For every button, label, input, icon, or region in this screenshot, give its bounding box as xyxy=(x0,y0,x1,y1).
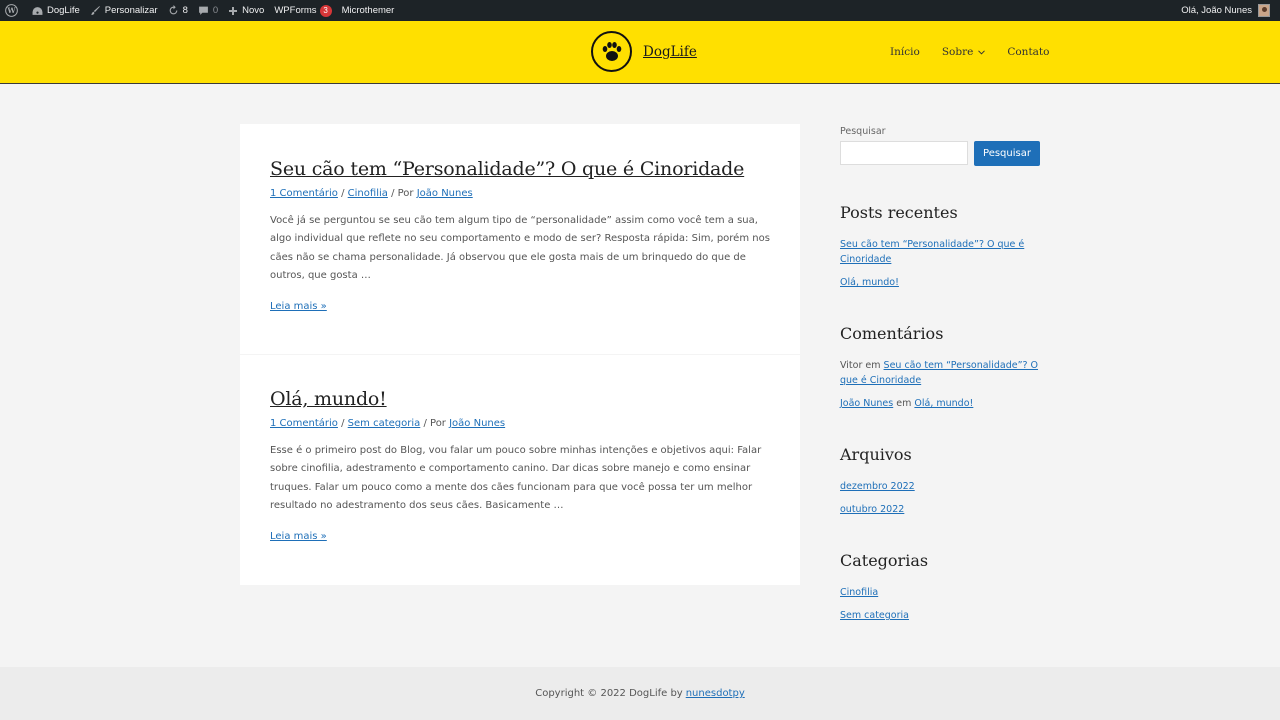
site-branding: DogLife xyxy=(591,31,697,72)
admin-customize-link[interactable]: Personalizar xyxy=(85,0,163,21)
chevron-down-icon xyxy=(978,49,986,55)
post-category-link[interactable]: Sem categoria xyxy=(348,418,421,429)
updates-icon xyxy=(169,5,177,15)
admin-microthemer-label: Microthemer xyxy=(341,5,395,16)
widget-title: Categorias xyxy=(840,551,929,570)
category-link[interactable]: Sem categoria xyxy=(840,610,909,621)
comment-post-link[interactable]: Olá, mundo! xyxy=(914,398,973,409)
admin-wpforms-label: WPForms xyxy=(274,5,317,16)
dashboard-icon xyxy=(32,6,43,15)
copyright-text: Copyright © 2022 DogLife by xyxy=(535,688,683,699)
comment-author: Vitor xyxy=(840,360,863,371)
comment-icon xyxy=(198,6,208,15)
nav-item-sobre[interactable]: Sobre xyxy=(941,46,986,58)
admin-account-menu[interactable]: Olá, João Nunes xyxy=(1176,0,1280,21)
widget-title: Comentários xyxy=(840,324,944,343)
post-meta: 1 Comentário / Cinofilia / Por João Nune… xyxy=(270,188,473,199)
post-meta: 1 Comentário / Sem categoria / Por João … xyxy=(270,418,506,429)
admin-updates-count: 8 xyxy=(182,5,188,16)
read-more-link[interactable]: Leia mais » xyxy=(270,301,327,312)
comment-on-label: em xyxy=(896,398,912,409)
admin-microthemer-link[interactable]: Microthemer xyxy=(337,0,400,21)
paw-logo-icon[interactable] xyxy=(591,31,632,72)
recent-comments-widget: Comentários Vitor em Seu cão tem “Person… xyxy=(840,324,1040,411)
list-item: Olá, mundo! xyxy=(840,275,1040,290)
wpforms-notification-badge: 3 xyxy=(319,4,332,17)
recent-post-link[interactable]: Olá, mundo! xyxy=(840,277,899,288)
admin-new-label: Novo xyxy=(242,5,265,16)
list-item: dezembro 2022 xyxy=(840,479,1040,494)
search-label: Pesquisar xyxy=(840,126,886,137)
admin-customize-label: Personalizar xyxy=(104,5,158,16)
post-title-link[interactable]: Olá, mundo! xyxy=(270,355,770,411)
post-comments-link[interactable]: 1 Comentário xyxy=(270,188,338,199)
list-item: outubro 2022 xyxy=(840,502,1040,517)
avatar xyxy=(1258,4,1270,17)
site-header: DogLife Início Sobre Contato xyxy=(0,21,1280,84)
post-excerpt: Você já se perguntou se seu cão tem algu… xyxy=(270,215,770,282)
wordpress-logo-icon[interactable]: W xyxy=(0,0,27,21)
admin-site-name: DogLife xyxy=(47,5,80,16)
nav-label: Contato xyxy=(1007,46,1050,58)
site-title-link[interactable]: DogLife xyxy=(643,44,697,60)
comment-on-label: em xyxy=(865,360,881,371)
nav-item-contato[interactable]: Contato xyxy=(1007,46,1049,58)
categories-widget: Categorias Cinofilia Sem categoria xyxy=(840,551,1040,623)
recent-post-link[interactable]: Seu cão tem “Personalidade”? O que é Cin… xyxy=(840,239,1024,265)
post-category-link[interactable]: Cinofilia xyxy=(348,188,388,199)
admin-wpforms-link[interactable]: WPForms 3 xyxy=(269,0,336,21)
post-author-link[interactable]: João Nunes xyxy=(449,418,505,429)
admin-comments-link[interactable]: 0 xyxy=(193,0,223,21)
admin-comments-count: 0 xyxy=(212,5,219,16)
brush-icon xyxy=(90,6,100,15)
search-input[interactable] xyxy=(840,141,968,165)
site-footer: Copyright © 2022 DogLife by nunesdotpy xyxy=(0,667,1280,720)
nav-item-inicio[interactable]: Início xyxy=(890,46,920,58)
list-item: Cinofilia xyxy=(840,585,1040,600)
post-by-label: / Por xyxy=(391,188,414,199)
plus-icon xyxy=(229,6,238,15)
admin-new-link[interactable]: Novo xyxy=(223,0,269,21)
svg-text:W: W xyxy=(6,6,16,15)
widget-title: Arquivos xyxy=(840,445,912,464)
archive-link[interactable]: outubro 2022 xyxy=(840,504,904,515)
post-title-link[interactable]: Seu cão tem “Personalidade”? O que é Cin… xyxy=(270,124,770,181)
post-author-link[interactable]: João Nunes xyxy=(417,188,473,199)
recent-posts-widget: Posts recentes Seu cão tem “Personalidad… xyxy=(840,203,1040,290)
read-more-link[interactable]: Leia mais » xyxy=(270,531,327,542)
post-card: Seu cão tem “Personalidade”? O que é Cin… xyxy=(240,124,800,354)
comment-author-link[interactable]: João Nunes xyxy=(840,398,893,409)
post-card: Olá, mundo! 1 Comentário / Sem categoria… xyxy=(240,355,800,585)
sidebar: Pesquisar Pesquisar Posts recentes Seu c… xyxy=(840,126,1040,631)
admin-site-link[interactable]: DogLife xyxy=(27,0,85,21)
archives-widget: Arquivos dezembro 2022 outubro 2022 xyxy=(840,445,1040,517)
admin-greeting: Olá, João Nunes xyxy=(1181,5,1252,16)
search-widget: Pesquisar Pesquisar xyxy=(840,126,1040,166)
nav-label: Sobre xyxy=(941,46,974,58)
widget-title: Posts recentes xyxy=(840,203,958,222)
post-excerpt: Esse é o primeiro post do Blog, vou fala… xyxy=(270,445,762,512)
admin-bar: W DogLife Personalizar 8 0 Novo WPForms … xyxy=(0,0,1280,21)
list-item: Vitor em Seu cão tem “Personalidade”? O … xyxy=(840,358,1040,388)
list-item: Seu cão tem “Personalidade”? O que é Cin… xyxy=(840,237,1040,267)
post-by-label: / Por xyxy=(423,418,446,429)
admin-updates-link[interactable]: 8 xyxy=(163,0,193,21)
archive-link[interactable]: dezembro 2022 xyxy=(840,481,915,492)
footer-author-link[interactable]: nunesdotpy xyxy=(686,688,745,699)
list-item: Sem categoria xyxy=(840,608,1040,623)
main-navigation: Início Sobre Contato xyxy=(890,21,1049,83)
nav-label: Início xyxy=(890,46,920,58)
category-link[interactable]: Cinofilia xyxy=(840,587,878,598)
post-comments-link[interactable]: 1 Comentário xyxy=(270,418,338,429)
list-item: João Nunes em Olá, mundo! xyxy=(840,396,1040,411)
search-button[interactable]: Pesquisar xyxy=(974,141,1040,166)
